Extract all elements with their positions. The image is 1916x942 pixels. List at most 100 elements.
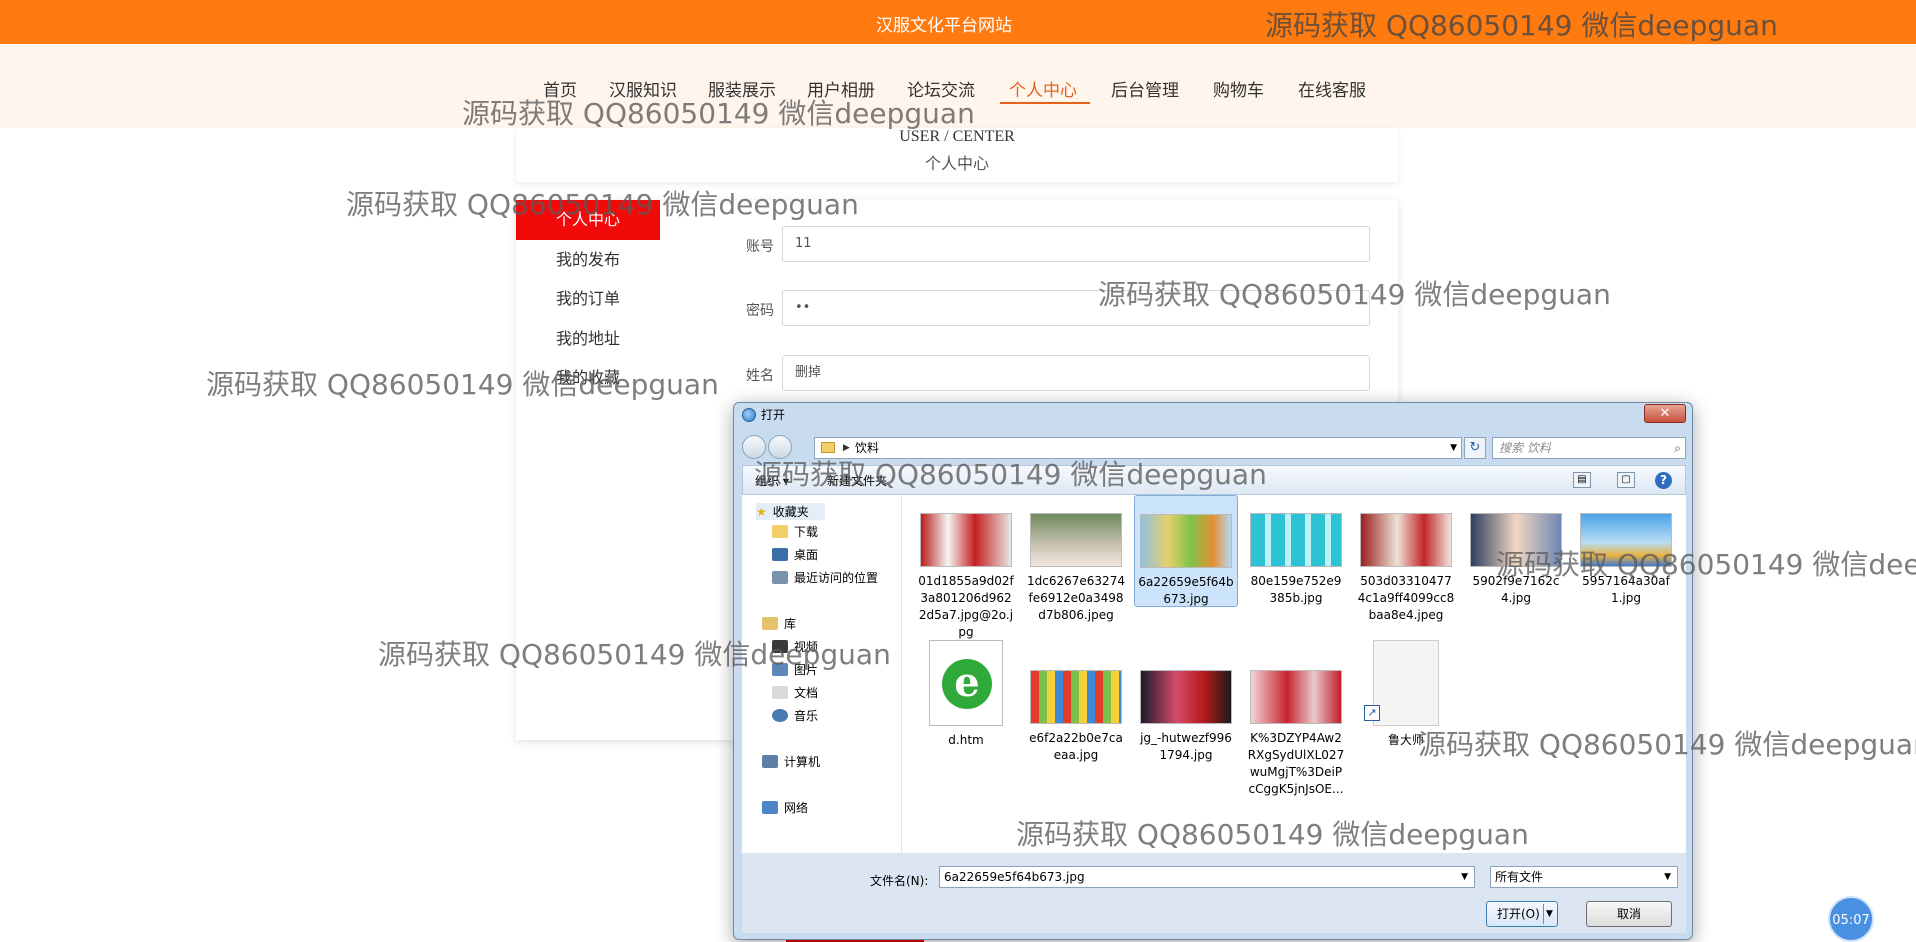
image-thumbnail (1030, 513, 1122, 567)
sidebar-item-my-orders[interactable]: 我的订单 (516, 279, 660, 319)
forward-arrow-icon[interactable] (768, 435, 792, 459)
name-field[interactable]: 删掉 (782, 355, 1370, 391)
dialog-toolbar: 组织 ▾ 新建文件夹 ▤ ▢ ? (742, 465, 1686, 495)
page-title-en: USER / CENTER (899, 128, 1015, 145)
navigation-pane: ★ 收藏夹 下载 桌面 最近访问的位置 库 视频 图片 文档 音乐 计算机 网络 (742, 495, 902, 853)
page-title: 个人中心 (924, 154, 989, 173)
refresh-icon[interactable]: ↻ (1464, 437, 1486, 459)
file-item[interactable]: K%3DZYP4Aw2RXgSydUlXL027wuMgjT%3DeiPcCgg… (1244, 640, 1348, 798)
chevron-down-icon[interactable]: ▼ (1461, 867, 1468, 887)
nav-item-admin[interactable]: 后台管理 (1111, 76, 1179, 101)
search-icon[interactable]: ⌕ (1674, 438, 1681, 458)
open-button[interactable]: 打开(O) ▼ (1486, 901, 1558, 927)
filename-input[interactable]: 6a22659e5f64b673.jpg ▼ (939, 866, 1475, 888)
password-label: 密码 (746, 303, 774, 319)
html-file-icon: e (929, 640, 1003, 726)
top-bar: 汉服文化平台网站 (0, 0, 1916, 44)
tree-item-recent[interactable]: 最近访问的位置 (772, 569, 878, 586)
site-title: 汉服文化平台网站 (876, 16, 1012, 36)
file-item[interactable]: ↗ 鲁大师 (1354, 640, 1458, 749)
file-item[interactable]: 01d1855a9d02f3a801206d9622d5a7.jpg@2o.jp… (914, 495, 1018, 641)
dialog-titlebar: 打开 (742, 403, 785, 427)
tree-item-library[interactable]: 库 (762, 615, 796, 632)
file-item[interactable]: jg_-hutwezf9961794.jpg (1134, 640, 1238, 764)
image-thumbnail (1470, 513, 1562, 567)
sidebar-item-my-posts[interactable]: 我的发布 (516, 240, 660, 280)
nav-item-user-album[interactable]: 用户相册 (807, 76, 875, 101)
chevron-down-icon[interactable]: ▼ (1546, 902, 1553, 926)
file-list: 01d1855a9d02f3a801206d9622d5a7.jpg@2o.jp… (902, 495, 1686, 853)
back-arrow-icon[interactable] (742, 435, 766, 459)
image-thumbnail (1140, 514, 1232, 568)
nav-item-forum[interactable]: 论坛交流 (907, 76, 975, 101)
address-path: 饮料 (855, 441, 880, 455)
sidebar-item-my-favorites[interactable]: 我的收藏 (516, 358, 660, 398)
tree-item-pictures[interactable]: 图片 (772, 661, 818, 678)
close-icon[interactable]: ✕ (1644, 404, 1686, 423)
tree-item-documents[interactable]: 文档 (772, 684, 818, 701)
file-item[interactable]: 5957164a30af1.jpg (1574, 495, 1678, 607)
dialog-title: 打开 (761, 408, 786, 422)
nav-item-cart[interactable]: 购物车 (1213, 76, 1264, 101)
new-folder-button[interactable]: 新建文件夹 (827, 472, 887, 489)
filetype-select[interactable]: 所有文件 ▼ (1490, 866, 1678, 888)
tree-item-favorites[interactable]: ★ 收藏夹 (756, 503, 825, 520)
account-label: 账号 (746, 239, 774, 255)
video-icon (772, 640, 788, 653)
image-thumbnail (1580, 513, 1672, 567)
nav-item-user-center[interactable]: 个人中心 (1009, 76, 1077, 101)
organize-menu[interactable]: 组织 ▾ (755, 472, 789, 489)
file-item[interactable]: e d.htm (914, 640, 1018, 749)
file-item[interactable]: e6f2a22b0e7caeaa.jpg (1024, 640, 1128, 764)
file-item[interactable]: 5902f9e7162c4.jpg (1464, 495, 1568, 607)
page-header: USER / CENTER 个人中心 (516, 128, 1398, 182)
address-bar[interactable]: ▶ 饮料 ▼ (814, 437, 1462, 459)
file-item[interactable]: 80e159e752e9385b.jpg (1244, 495, 1348, 607)
shortcut-arrow-icon: ↗ (1364, 705, 1380, 721)
clock-badge: 05:07 (1828, 896, 1874, 942)
file-item-selected[interactable]: 6a22659e5f64b673.jpg (1134, 495, 1238, 607)
main-nav: 首页 汉服知识 服装展示 用户相册 论坛交流 个人中心 后台管理 购物车 在线客… (0, 44, 1916, 128)
shortcut-file-icon: ↗ (1364, 640, 1439, 726)
nav-item-costume-display[interactable]: 服装展示 (708, 76, 776, 101)
desktop-icon (772, 548, 788, 561)
folder-icon (821, 442, 835, 453)
chevron-down-icon[interactable]: ▼ (1450, 438, 1457, 458)
cancel-button[interactable]: 取消 (1586, 901, 1672, 927)
help-icon[interactable]: ? (1655, 472, 1672, 489)
dialog-bottom-bar: 文件名(N): 6a22659e5f64b673.jpg ▼ 所有文件 ▼ 打开… (742, 853, 1686, 933)
tree-item-video[interactable]: 视频 (772, 638, 818, 655)
tree-item-desktop[interactable]: 桌面 (772, 546, 818, 563)
chevron-right-icon: ▶ (843, 443, 850, 453)
computer-icon (762, 755, 778, 768)
nav-item-home[interactable]: 首页 (543, 76, 577, 101)
nav-item-hanfu-knowledge[interactable]: 汉服知识 (609, 76, 677, 101)
file-item[interactable]: 1dc6267e63274fe6912e0a3498d7b806.jpeg (1024, 495, 1128, 624)
nav-active-underline (1000, 102, 1090, 104)
tree-item-downloads[interactable]: 下载 (772, 523, 818, 540)
recent-icon (772, 571, 788, 584)
pictures-icon (772, 663, 788, 676)
sidebar-item-my-address[interactable]: 我的地址 (516, 319, 660, 359)
image-thumbnail (1250, 670, 1342, 724)
name-label: 姓名 (746, 368, 774, 384)
search-placeholder: 搜索 饮料 (1499, 441, 1551, 455)
chevron-down-icon[interactable]: ▼ (1664, 867, 1671, 887)
tree-item-network[interactable]: 网络 (762, 799, 808, 816)
sidebar-item-user-center[interactable]: 个人中心 (516, 200, 660, 240)
image-thumbnail (920, 513, 1012, 567)
star-icon: ★ (756, 504, 767, 519)
account-field[interactable]: 11 (782, 226, 1370, 262)
nav-item-online-service[interactable]: 在线客服 (1298, 76, 1366, 101)
search-input[interactable]: 搜索 饮料 ⌕ (1492, 437, 1686, 459)
dialog-app-icon (742, 408, 756, 422)
file-open-dialog: 打开 ✕ ▶ 饮料 ▼ ↻ 搜索 饮料 ⌕ 组织 ▾ 新建文件夹 ▤ ▢ ? ★… (733, 402, 1693, 940)
network-icon (762, 801, 778, 814)
preview-pane-icon[interactable]: ▢ (1617, 472, 1635, 488)
tree-item-music[interactable]: 音乐 (772, 707, 818, 724)
view-options-icon[interactable]: ▤ (1573, 472, 1591, 488)
address-row: ▶ 饮料 ▼ ↻ 搜索 饮料 ⌕ (742, 435, 1686, 461)
tree-item-computer[interactable]: 计算机 (762, 753, 820, 770)
password-field[interactable]: •• (782, 290, 1370, 326)
file-item[interactable]: 503d033104774c1a9ff4099cc8baa8e4.jpeg (1354, 495, 1458, 624)
